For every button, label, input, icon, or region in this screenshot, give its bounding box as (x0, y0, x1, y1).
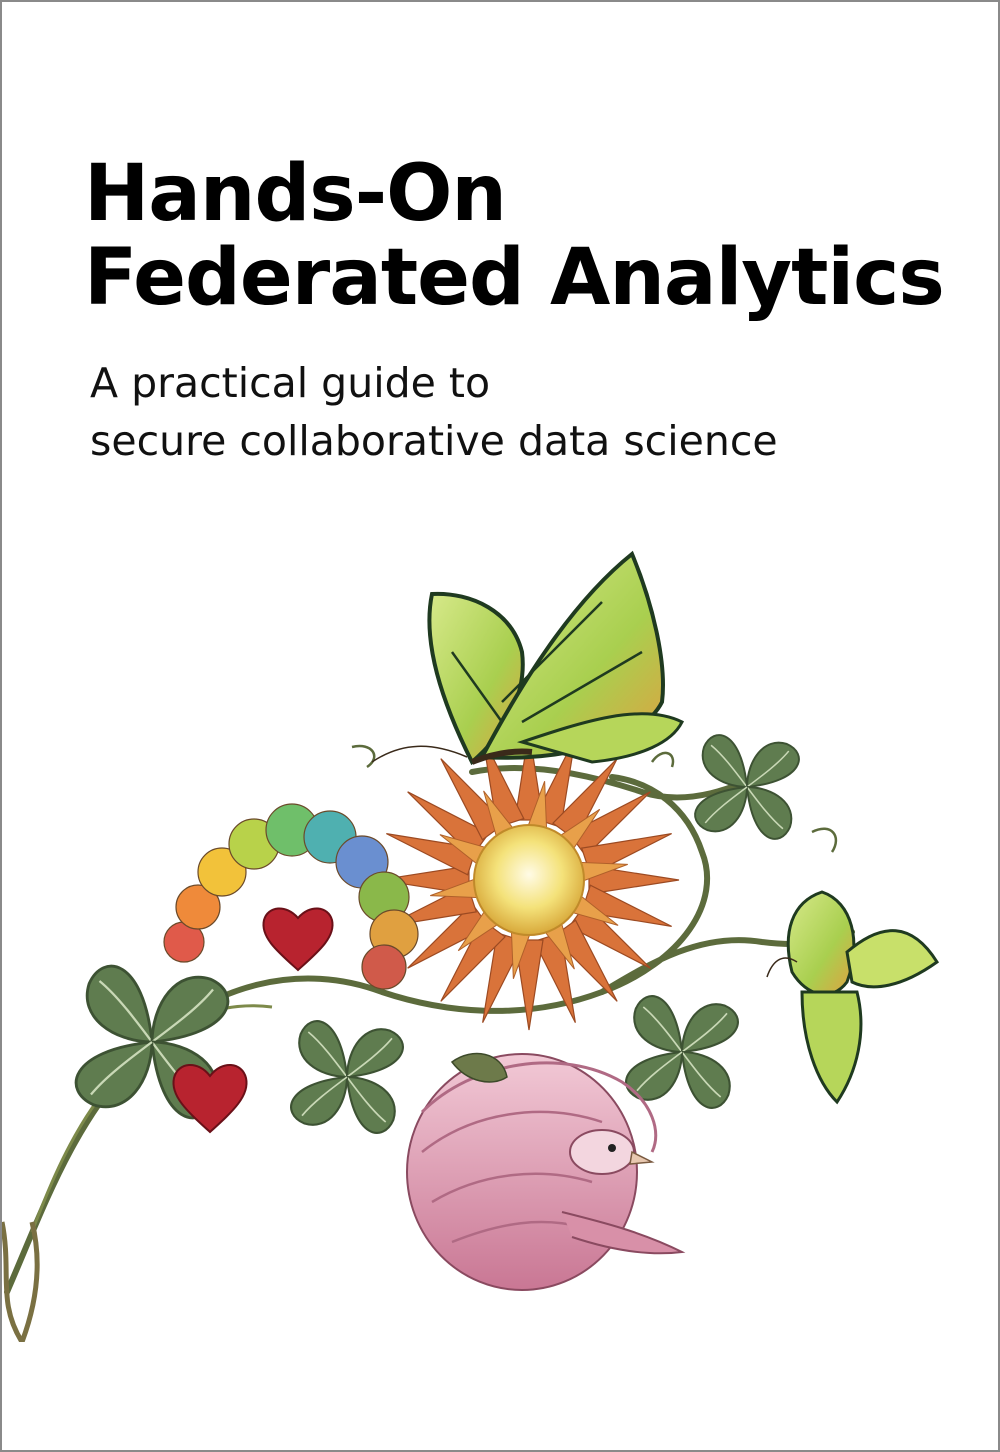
title-line-1: Hands-On (84, 149, 507, 239)
butterfly-large (371, 550, 685, 766)
clover-top-right (688, 728, 806, 846)
clover-middle (284, 1014, 410, 1140)
butterfly-small (766, 890, 940, 1105)
title-line-2: Federated Analytics (84, 233, 945, 323)
book-cover: Hands-On Federated Analytics A practical… (0, 0, 1000, 1452)
subtitle-line-1: A practical guide to (90, 359, 491, 407)
heart-top (262, 907, 334, 972)
book-title: Hands-On Federated Analytics (84, 149, 945, 323)
book-subtitle: A practical guide to secure collaborativ… (90, 354, 778, 470)
heart-bottom (172, 1064, 248, 1134)
subtitle-line-2: secure collaborative data science (90, 417, 778, 465)
nature-illustration (2, 550, 940, 1342)
sunflower (378, 729, 680, 1031)
